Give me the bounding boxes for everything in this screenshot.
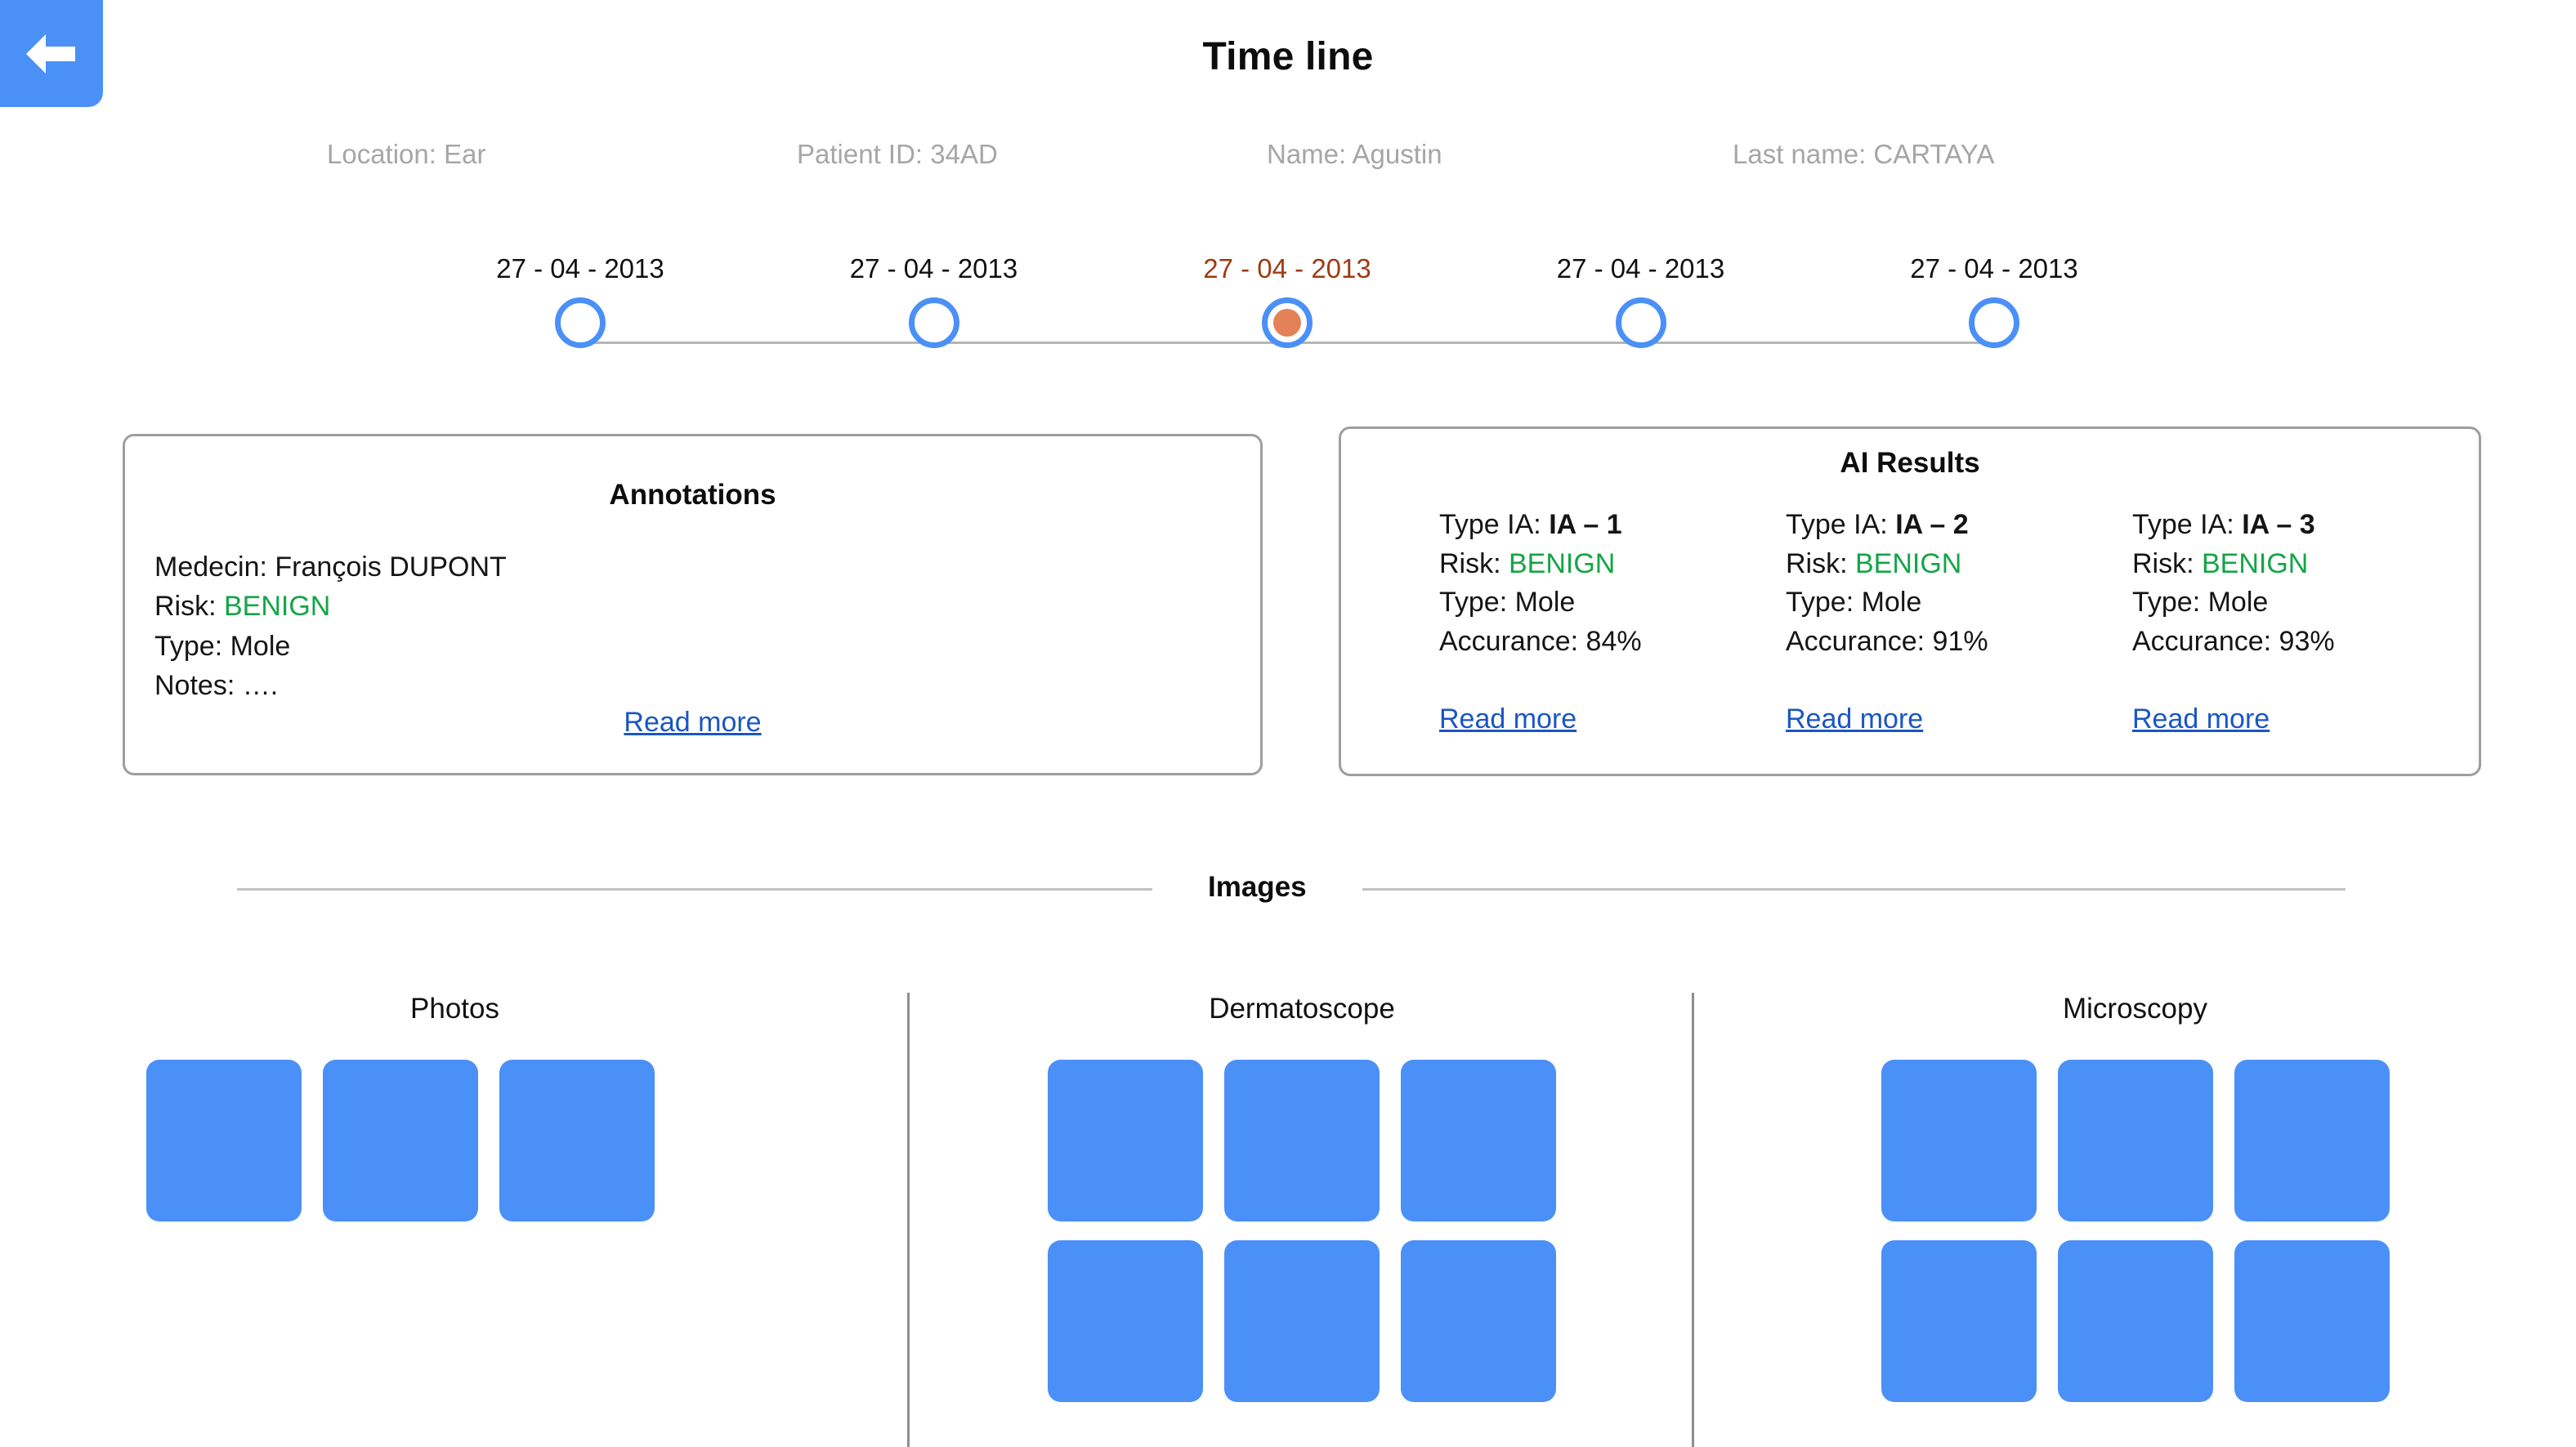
gallery-title-dermatoscope: Dermatoscope [1209, 993, 1395, 1025]
ai-risk-value: BENIGN [1855, 547, 1962, 579]
patient-id: Patient ID: 34AD [797, 139, 998, 169]
ai-accuracy: Accurance: 93% [2132, 625, 2335, 657]
ai-results-panel: AI Results Type IA: IA – 1 Risk: BENIGN … [1339, 427, 2481, 776]
image-tile[interactable] [323, 1060, 478, 1221]
ai-risk: Risk: BENIGN [1786, 545, 2132, 584]
patient-location: Location: Ear [327, 139, 486, 169]
ai-result-column-3: Type IA: IA – 3 Risk: BENIGN Type: Mole … [2132, 506, 2479, 735]
timeline-dot[interactable] [555, 297, 606, 348]
ai-risk-label: Risk: [1439, 547, 1509, 579]
timeline-date: 27 - 04 - 2013 [1203, 253, 1371, 284]
ai-accuracy: Accurance: 91% [1786, 625, 1988, 657]
timeline-node-1[interactable]: 27 - 04 - 2013 [490, 253, 670, 348]
ai-risk-value: BENIGN [2202, 547, 2309, 579]
patient-info-bar: Location: Ear Patient ID: 34AD Name: Agu… [327, 139, 2149, 170]
image-tile[interactable] [2234, 1060, 2390, 1221]
photo-tile-grid [123, 1060, 678, 1221]
image-tile[interactable] [1401, 1060, 1556, 1221]
gallery-group-dermatoscope: Dermatoscope [910, 964, 1694, 1447]
ai-result-column-2: Type IA: IA – 2 Risk: BENIGN Type: Mole … [1786, 506, 2132, 735]
ai-type-label: Type IA: [1786, 509, 1896, 540]
gallery-group-photos: Photos [0, 964, 910, 1447]
gallery-title-photos: Photos [410, 993, 499, 1025]
ai-result-column-1: Type IA: IA – 1 Risk: BENIGN Type: Mole … [1439, 506, 1786, 735]
ai-risk: Risk: BENIGN [2132, 545, 2479, 584]
ai-type-label: Type IA: [2132, 509, 2243, 540]
image-tile[interactable] [1881, 1060, 2037, 1221]
ai-type-value: IA – 2 [1895, 509, 1969, 540]
ai-read-more-link-3[interactable]: Read more [2132, 703, 2270, 735]
timeline-node-4[interactable]: 27 - 04 - 2013 [1551, 253, 1731, 348]
annotation-notes: Notes: …. [154, 669, 279, 701]
page-title: Time line [1202, 35, 1374, 78]
ai-type: Type IA: IA – 3 [2132, 506, 2479, 545]
gallery-group-microscopy: Microscopy [1694, 964, 2576, 1447]
ai-risk-label: Risk: [1786, 547, 1855, 579]
image-tile[interactable] [2234, 1240, 2390, 1402]
timeline-date: 27 - 04 - 2013 [1556, 253, 1725, 284]
image-tile[interactable] [1224, 1060, 1380, 1221]
patient-name: Name: Agustin [1267, 139, 1442, 169]
ai-type-label: Type IA: [1439, 509, 1550, 540]
image-tile[interactable] [1048, 1240, 1203, 1402]
ai-read-more-link-1[interactable]: Read more [1439, 703, 1576, 735]
timeline-date: 27 - 04 - 2013 [849, 253, 1018, 284]
ai-risk: Risk: BENIGN [1439, 545, 1786, 584]
ai-type-value: IA – 3 [2242, 509, 2315, 540]
timeline-date: 27 - 04 - 2013 [496, 253, 664, 284]
images-section-label: Images [1208, 871, 1307, 903]
annotations-panel: Annotations Medecin: François DUPONT Ris… [123, 434, 1263, 775]
gallery-title-microscopy: Microscopy [2063, 993, 2207, 1025]
ai-type: Type IA: IA – 1 [1439, 506, 1786, 545]
ai-kind: Type: Mole [1786, 587, 1922, 619]
ai-read-more-link-2[interactable]: Read more [1786, 703, 1923, 735]
timeline-dot[interactable] [1615, 297, 1666, 348]
annotation-risk-label: Risk: [154, 591, 224, 623]
divider-rule-right [1362, 887, 2346, 891]
annotations-title: Annotations [609, 479, 776, 511]
image-tile[interactable] [146, 1060, 302, 1221]
timeline: 27 - 04 - 2013 27 - 04 - 2013 27 - 04 - … [490, 253, 2084, 376]
annotation-risk-value: BENIGN [224, 591, 331, 623]
image-tile[interactable] [2057, 1240, 2213, 1402]
images-section-divider: Images [237, 871, 2346, 905]
image-tile[interactable] [1881, 1240, 2037, 1402]
annotations-body: Medecin: François DUPONT Risk: BENIGN Ty… [154, 547, 1260, 705]
image-gallery: Photos Dermatoscope Microscopy [0, 964, 2576, 1447]
timeline-page: Time line Location: Ear Patient ID: 34AD… [0, 0, 2576, 1447]
ai-kind: Type: Mole [2132, 587, 2269, 619]
annotation-type: Type: Mole [154, 630, 291, 662]
image-tile[interactable] [1048, 1060, 1203, 1221]
timeline-dot[interactable] [1969, 297, 2019, 348]
timeline-date: 27 - 04 - 2013 [1910, 253, 2078, 284]
annotation-risk: Risk: BENIGN [154, 587, 1260, 626]
timeline-node-3-active[interactable]: 27 - 04 - 2013 [1197, 253, 1377, 348]
image-tile[interactable] [1401, 1240, 1556, 1402]
image-tile[interactable] [1224, 1240, 1380, 1402]
ai-risk-value: BENIGN [1509, 547, 1616, 579]
image-tile[interactable] [499, 1060, 655, 1221]
ai-risk-label: Risk: [2132, 547, 2202, 579]
ai-results-title: AI Results [1840, 447, 1980, 479]
microscopy-tile-grid [1866, 1060, 2405, 1402]
ai-kind: Type: Mole [1439, 587, 1576, 619]
timeline-dot[interactable] [908, 297, 959, 348]
timeline-node-5[interactable]: 27 - 04 - 2013 [1904, 253, 2084, 348]
ai-type: Type IA: IA – 2 [1786, 506, 2132, 545]
image-tile[interactable] [2057, 1060, 2213, 1221]
divider-rule-left [237, 887, 1152, 891]
dermatoscope-tile-grid [1032, 1060, 1572, 1402]
ai-accuracy: Accurance: 84% [1439, 625, 1642, 657]
timeline-dot-active[interactable] [1262, 297, 1313, 348]
annotations-read-more-link[interactable]: Read more [624, 707, 761, 739]
ai-type-value: IA – 1 [1549, 509, 1622, 540]
annotation-medecin: Medecin: François DUPONT [154, 552, 507, 583]
patient-last-name: Last name: CARTAYA [1733, 139, 1995, 169]
timeline-node-2[interactable]: 27 - 04 - 2013 [844, 253, 1024, 348]
